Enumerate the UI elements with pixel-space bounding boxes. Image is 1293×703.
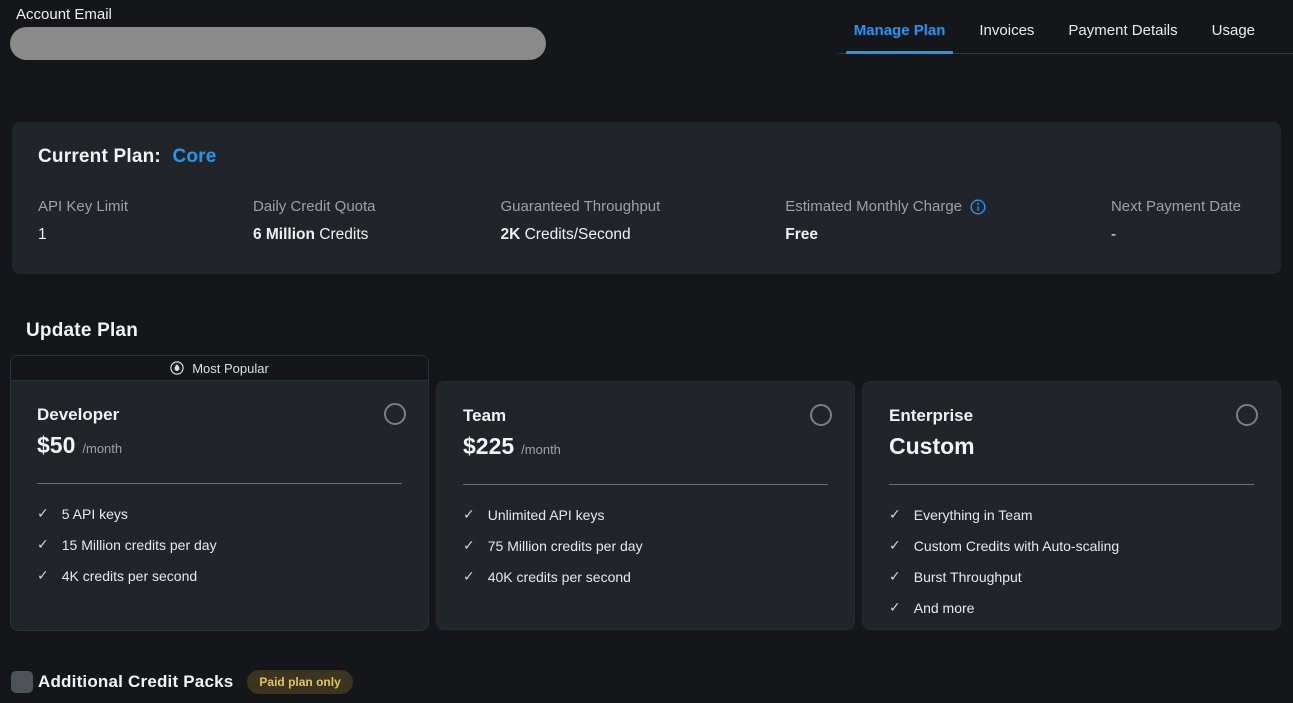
feature-item: ✓Custom Credits with Auto-scaling bbox=[889, 530, 1254, 561]
plan-price: $50 bbox=[37, 432, 75, 459]
check-icon: ✓ bbox=[889, 599, 901, 616]
stat-label: API Key Limit bbox=[38, 198, 128, 215]
plan-card-team[interactable]: Team $225 /month ✓Unlimited API keys ✓75… bbox=[436, 381, 855, 630]
feature-item: ✓40K credits per second bbox=[463, 561, 828, 592]
plan-price: Custom bbox=[889, 433, 975, 460]
plan-card-body-developer: Developer $50 /month ✓5 API keys ✓15 Mil… bbox=[11, 381, 428, 630]
check-icon: ✓ bbox=[463, 537, 475, 554]
tab-invoices[interactable]: Invoices bbox=[971, 22, 1042, 53]
additional-credit-packs-label: Additional Credit Packs bbox=[38, 672, 233, 692]
plan-features: ✓5 API keys ✓15 Million credits per day … bbox=[37, 498, 402, 591]
plan-column-enterprise: Enterprise Custom ✓Everything in Team ✓C… bbox=[862, 355, 1281, 631]
stat-label: Daily Credit Quota bbox=[253, 198, 376, 215]
check-icon: ✓ bbox=[889, 568, 901, 585]
plan-name: Enterprise bbox=[889, 406, 1254, 426]
feature-item: ✓Burst Throughput bbox=[889, 561, 1254, 592]
current-plan-title: Current Plan: Core bbox=[38, 146, 1255, 168]
most-popular-band: Most Popular bbox=[11, 356, 428, 381]
current-plan-stats: API Key Limit 1 Daily Credit Quota 6 Mil… bbox=[38, 198, 1255, 244]
plan-card-developer[interactable]: Most Popular Developer $50 /month ✓5 API… bbox=[10, 355, 429, 631]
check-icon: ✓ bbox=[463, 568, 475, 585]
plan-column-developer: Most Popular Developer $50 /month ✓5 API… bbox=[10, 355, 429, 631]
plans-grid: Most Popular Developer $50 /month ✓5 API… bbox=[10, 355, 1281, 631]
tab-manage-plan[interactable]: Manage Plan bbox=[846, 22, 954, 53]
stat-value: 6 Million Credits bbox=[253, 226, 376, 244]
stat-estimated-monthly-charge: Estimated Monthly Charge Free bbox=[785, 198, 986, 244]
stat-api-key-limit: API Key Limit 1 bbox=[38, 198, 128, 244]
flame-icon bbox=[170, 361, 184, 375]
plan-radio-team[interactable] bbox=[810, 404, 832, 426]
plan-column-team: Team $225 /month ✓Unlimited API keys ✓75… bbox=[436, 355, 855, 631]
feature-item: ✓Everything in Team bbox=[889, 499, 1254, 530]
most-popular-label: Most Popular bbox=[192, 361, 269, 376]
plan-price: $225 bbox=[463, 433, 514, 460]
divider bbox=[37, 483, 402, 484]
account-email-label: Account Email bbox=[16, 6, 546, 23]
update-plan-heading: Update Plan bbox=[26, 320, 1293, 342]
feature-item: ✓And more bbox=[889, 592, 1254, 623]
check-icon: ✓ bbox=[37, 567, 49, 584]
additional-credit-packs-checkbox[interactable] bbox=[11, 671, 33, 693]
divider bbox=[889, 484, 1254, 485]
feature-item: ✓5 API keys bbox=[37, 498, 402, 529]
stat-label: Guaranteed Throughput bbox=[500, 198, 660, 215]
check-icon: ✓ bbox=[463, 506, 475, 523]
paid-plan-only-badge: Paid plan only bbox=[247, 670, 352, 694]
check-icon: ✓ bbox=[889, 537, 901, 554]
divider bbox=[463, 484, 828, 485]
check-icon: ✓ bbox=[37, 536, 49, 553]
stat-label: Next Payment Date bbox=[1111, 198, 1241, 215]
info-icon[interactable] bbox=[970, 199, 986, 215]
stat-value: - bbox=[1111, 226, 1241, 244]
check-icon: ✓ bbox=[889, 506, 901, 523]
stat-label: Estimated Monthly Charge bbox=[785, 198, 962, 215]
stat-next-payment-date: Next Payment Date - bbox=[1111, 198, 1241, 244]
stat-value: 1 bbox=[38, 226, 128, 244]
tab-usage[interactable]: Usage bbox=[1204, 22, 1263, 53]
plan-period: /month bbox=[82, 441, 122, 456]
page-header: Account Email Manage Plan Invoices Payme… bbox=[0, 0, 1293, 62]
plan-name: Developer bbox=[37, 405, 402, 425]
plan-features: ✓Everything in Team ✓Custom Credits with… bbox=[889, 499, 1254, 623]
additional-credit-packs-row: Additional Credit Packs Paid plan only bbox=[11, 670, 1293, 694]
stat-value: Free bbox=[785, 226, 986, 244]
current-plan-name: Core bbox=[172, 146, 216, 167]
check-icon: ✓ bbox=[37, 505, 49, 522]
account-email-section: Account Email bbox=[10, 6, 546, 60]
plan-features: ✓Unlimited API keys ✓75 Million credits … bbox=[463, 499, 828, 592]
plan-radio-enterprise[interactable] bbox=[1236, 404, 1258, 426]
feature-item: ✓75 Million credits per day bbox=[463, 530, 828, 561]
plan-period: /month bbox=[521, 442, 561, 457]
current-plan-card: Current Plan: Core API Key Limit 1 Daily… bbox=[12, 122, 1281, 274]
tab-payment-details[interactable]: Payment Details bbox=[1060, 22, 1185, 53]
plan-name: Team bbox=[463, 406, 828, 426]
plan-radio-developer[interactable] bbox=[384, 403, 406, 425]
billing-tabs: Manage Plan Invoices Payment Details Usa… bbox=[838, 0, 1293, 54]
stat-daily-credit-quota: Daily Credit Quota 6 Million Credits bbox=[253, 198, 376, 244]
feature-item: ✓Unlimited API keys bbox=[463, 499, 828, 530]
plan-card-enterprise[interactable]: Enterprise Custom ✓Everything in Team ✓C… bbox=[862, 381, 1281, 630]
feature-item: ✓15 Million credits per day bbox=[37, 529, 402, 560]
stat-guaranteed-throughput: Guaranteed Throughput 2K Credits/Second bbox=[500, 198, 660, 244]
feature-item: ✓4K credits per second bbox=[37, 560, 402, 591]
stat-value: 2K Credits/Second bbox=[500, 226, 660, 244]
current-plan-title-prefix: Current Plan: bbox=[38, 146, 161, 167]
account-email-input[interactable] bbox=[10, 27, 546, 60]
